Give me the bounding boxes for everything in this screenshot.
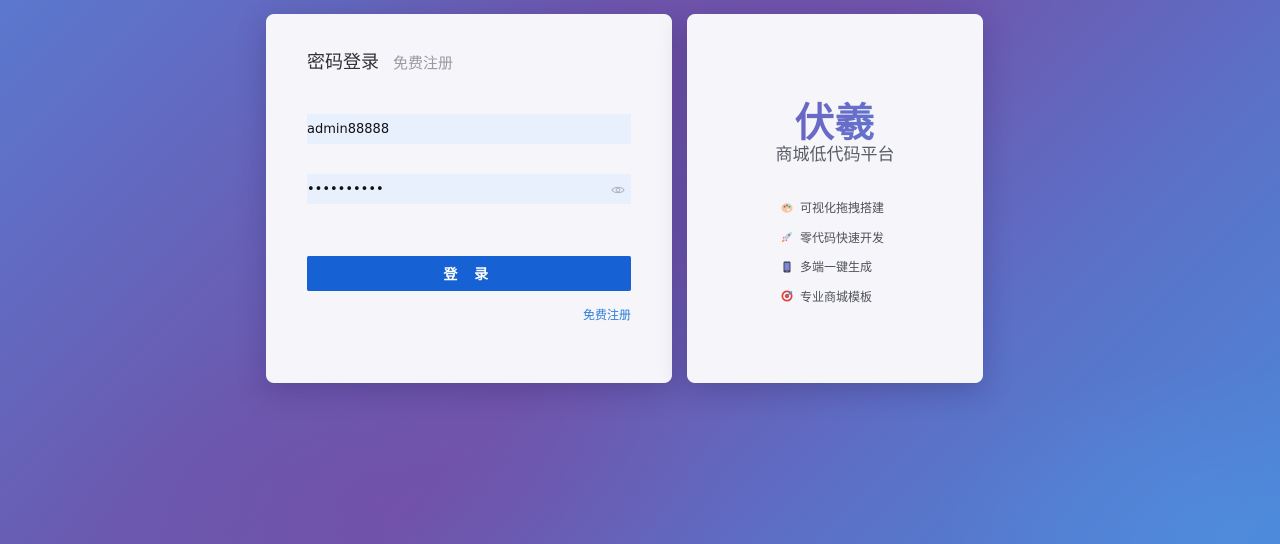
- brand-card: 伏羲 商城低代码平台 可视化拖拽搭建 零代码快速开发 多端一键生成 专业商城模板: [687, 14, 983, 383]
- tab-register[interactable]: 免费注册: [393, 52, 453, 73]
- eye-icon[interactable]: [611, 182, 625, 196]
- feature-item: 多端一键生成: [781, 252, 884, 282]
- password-field: [307, 174, 631, 204]
- feature-item: 零代码快速开发: [781, 223, 884, 253]
- password-input[interactable]: [307, 174, 631, 204]
- login-tabs: 密码登录 免费注册: [307, 48, 453, 74]
- phone-icon: [781, 261, 793, 273]
- feature-list: 可视化拖拽搭建 零代码快速开发 多端一键生成 专业商城模板: [781, 193, 884, 311]
- feature-label: 专业商城模板: [800, 289, 873, 304]
- username-input[interactable]: [307, 114, 631, 144]
- register-link[interactable]: 免费注册: [583, 306, 631, 323]
- rocket-icon: [781, 231, 793, 243]
- login-button[interactable]: 登 录: [307, 256, 631, 291]
- feature-item: 可视化拖拽搭建: [781, 193, 884, 223]
- tab-password-login[interactable]: 密码登录: [307, 48, 379, 74]
- feature-label: 可视化拖拽搭建: [800, 201, 885, 216]
- login-card: 密码登录 免费注册 登 录 免费注册: [266, 14, 672, 383]
- palette-icon: [781, 202, 793, 214]
- feature-label: 零代码快速开发: [800, 230, 885, 245]
- feature-label: 多端一键生成: [800, 260, 873, 275]
- target-icon: [781, 290, 793, 302]
- brand-subtitle: 商城低代码平台: [775, 145, 895, 165]
- feature-item: 专业商城模板: [781, 282, 884, 312]
- username-field: [307, 114, 631, 144]
